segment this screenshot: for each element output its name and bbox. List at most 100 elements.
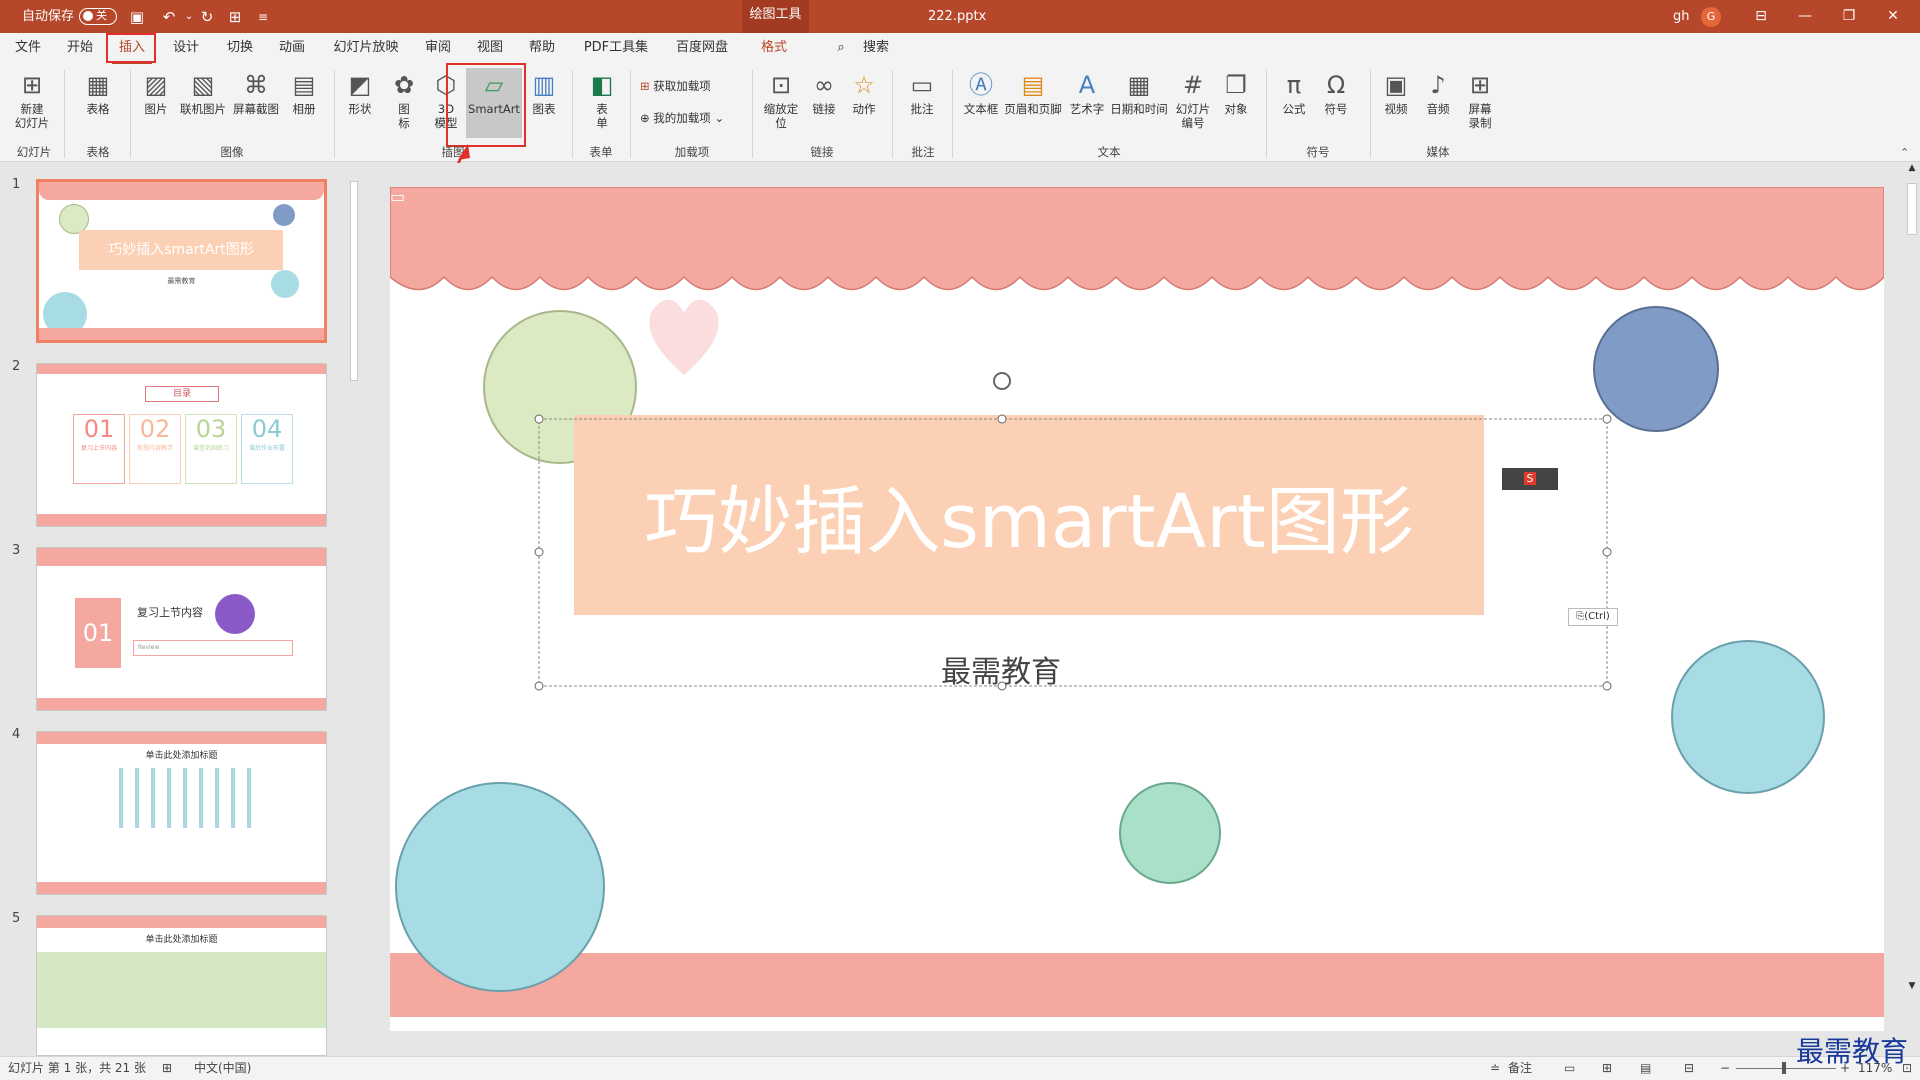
zoom-slider-handle[interactable] [1782,1062,1786,1074]
notes-icon[interactable]: ≐ [1490,1057,1500,1079]
tab-home[interactable]: 开始 [60,33,100,64]
slide-thumbnail-3[interactable]: 01 复习上节内容 Review [36,547,327,711]
new-slide-button[interactable]: ⊞ 新建 幻灯片 [4,68,60,138]
slide-thumbnail-4[interactable]: 单击此处添加标题 [36,731,327,895]
comment-insert-button[interactable]: ▭ 批注 [902,68,942,138]
header-footer-button[interactable]: ▤ 页眉和页脚 [1002,68,1064,138]
action-button[interactable]: ☆ 动作 [846,68,882,138]
photo-album-button[interactable]: ▤ 相册 [284,68,324,138]
close-icon[interactable]: ✕ [1870,0,1916,33]
group-links: 链接 [810,145,834,159]
zoom-button[interactable]: ⊡ 缩放定 位 [758,68,804,138]
slide-thumbnail-2[interactable]: 目录 01 复习上节内容 02 新授内容教学 03 课堂巩固练习 04 课后作业布置 [36,363,327,527]
accessibility-icon[interactable]: ⊞ [162,1057,172,1079]
textbox-button[interactable]: Ⓐ 文本框 [958,68,1004,138]
screenshot-label: 屏幕截图 [233,102,279,116]
icons-label: 图 标 [398,102,410,130]
tab-design[interactable]: 设计 [166,33,206,64]
paste-icon: ⎘ [1576,611,1585,622]
tab-view[interactable]: 视图 [470,33,510,64]
restore-icon[interactable]: ❐ [1826,0,1872,33]
scroll-thumb[interactable] [1907,183,1917,235]
slideshow-view-icon[interactable]: ⊟ [1684,1057,1694,1079]
reading-view-icon[interactable]: ▤ [1640,1057,1651,1079]
tab-transitions[interactable]: 切换 [220,33,260,64]
slide-editor[interactable]: ▭ 巧妙插入smartArt图形 最需教育 ⎘(Ctrl) S [390,187,1884,1031]
pictures-button[interactable]: ▨ 图片 [136,68,176,138]
undo-icon[interactable]: ↶ [158,6,180,28]
scroll-down-icon[interactable]: ▼ [1906,981,1918,995]
save-icon[interactable]: ▣ [126,6,148,28]
tab-help[interactable]: 帮助 [522,33,562,64]
notes-button[interactable]: 备注 [1508,1057,1532,1079]
slide-sorter-icon[interactable]: ⊞ [1602,1057,1612,1079]
my-addins-button[interactable]: ⊕ 我的加载项 ⌄ [640,106,724,130]
slide-thumbnails-panel: 1 巧妙插入smartArt图形 最需教育 2 目录 01 复习上节内容 02 新授… [0,163,344,1056]
paste-options-button[interactable]: ⎘(Ctrl) [1568,608,1618,626]
ribbon-display-icon[interactable]: ⊟ [1738,0,1784,33]
video-button[interactable]: ▣ 视频 [1376,68,1416,138]
search-label[interactable]: 搜索 [856,33,896,64]
forms-button[interactable]: ◧ 表 单 [580,68,624,138]
object-button[interactable]: ❐ 对象 [1216,68,1256,138]
autosave-toggle[interactable]: 关 [79,8,117,25]
comment-insert-label: 批注 [910,102,934,116]
tab-format[interactable]: 格式 [754,33,794,64]
symbol-button[interactable]: Ω 符号 [1316,68,1356,138]
avatar[interactable]: G [1701,7,1721,27]
decor-circle [273,204,295,226]
slide-thumbnail-1[interactable]: 巧妙插入smartArt图形 最需教育 [36,179,327,343]
title-bar: 自动保存 关 ▣ ↶ ⌄ ↻ ⊞ ≡ 绘图工具 222.pptx gh G ⊟ … [0,0,1920,33]
my-addins-label: 我的加载项 [653,111,711,125]
band-bottom [39,328,324,340]
decor-circle [271,270,299,298]
minimize-icon[interactable]: — [1782,0,1828,33]
thumb-number: 3 [12,543,21,558]
thumbnails-scrollbar[interactable] [348,163,360,1056]
language-indicator[interactable]: 中文(中国) [194,1057,251,1079]
slide-number-button[interactable]: # 幻灯片 编号 [1172,68,1214,138]
slide-title[interactable]: 巧妙插入smartArt图形 [574,485,1484,559]
collapse-ribbon-icon[interactable]: ⌃ [1900,146,1909,159]
audio-button[interactable]: ♪ 音频 [1418,68,1458,138]
redo-icon[interactable]: ↻ [196,6,218,28]
screenshot-button[interactable]: ⌘ 屏幕截图 [230,68,282,138]
divider [952,70,953,158]
shapes-button[interactable]: ◩ 形状 [340,68,380,138]
tab-file[interactable]: 文件 [8,33,48,64]
slide-thumbnail-5[interactable]: 单击此处添加标题 [36,915,327,1056]
scroll-up-icon[interactable]: ▲ [1906,163,1918,177]
date-time-button[interactable]: ▦ 日期和时间 [1108,68,1170,138]
tab-pdf-tools[interactable]: PDF工具集 [580,33,652,64]
comment-icon[interactable]: ▭ [390,187,416,209]
shapes-label: 形状 [348,102,372,116]
wordart-button[interactable]: A 艺术字 [1066,68,1108,138]
tab-review[interactable]: 审阅 [418,33,458,64]
search-icon[interactable]: ⌕ [830,33,852,64]
scroll-thumb[interactable] [350,181,358,381]
get-addins-button[interactable]: ⊞ 获取加载项 [640,74,711,98]
customize-toolbar-icon[interactable]: ≡ [252,6,274,28]
tab-animations[interactable]: 动画 [272,33,312,64]
normal-view-icon[interactable]: ▭ [1564,1057,1575,1079]
forms-icon: ◧ [590,71,614,99]
ime-toolbar[interactable]: S [1502,468,1558,490]
online-pictures-button[interactable]: ▧ 联机图片 [178,68,228,138]
screen-recording-button[interactable]: ⊞ 屏幕 录制 [1460,68,1500,138]
table-icon: ▦ [86,71,110,99]
chart-button[interactable]: ▥ 图表 [526,68,562,138]
equation-label: 公式 [1282,102,1306,116]
zoom-out-icon[interactable]: − [1720,1057,1730,1079]
user-name[interactable]: gh [1673,0,1690,33]
icons-button[interactable]: ✿ 图 标 [384,68,424,138]
slide-subtitle[interactable]: 最需教育 [390,647,1612,691]
canvas-scrollbar[interactable]: ▲ ▼ [1904,163,1920,1056]
present-icon[interactable]: ⊞ [224,6,246,28]
tab-baidu-netdisk[interactable]: 百度网盘 [670,33,734,64]
tab-slideshow[interactable]: 幻灯片放映 [326,33,406,64]
equation-button[interactable]: π 公式 [1274,68,1314,138]
link-button[interactable]: ∞ 链接 [806,68,842,138]
thumb-subtitle: Review [133,640,293,656]
table-button[interactable]: ▦ 表格 [70,68,126,138]
album-icon: ▤ [292,71,316,99]
